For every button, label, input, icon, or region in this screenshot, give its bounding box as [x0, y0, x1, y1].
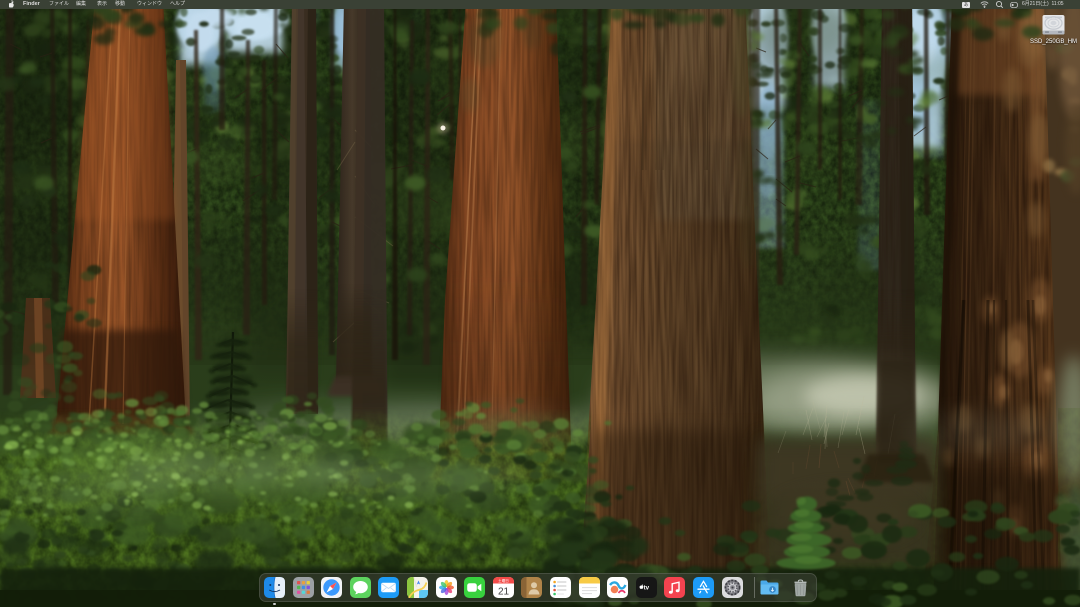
- svg-text:21: 21: [498, 587, 510, 598]
- svg-text:tv: tv: [643, 585, 649, 592]
- svg-text:土曜日: 土曜日: [498, 578, 509, 583]
